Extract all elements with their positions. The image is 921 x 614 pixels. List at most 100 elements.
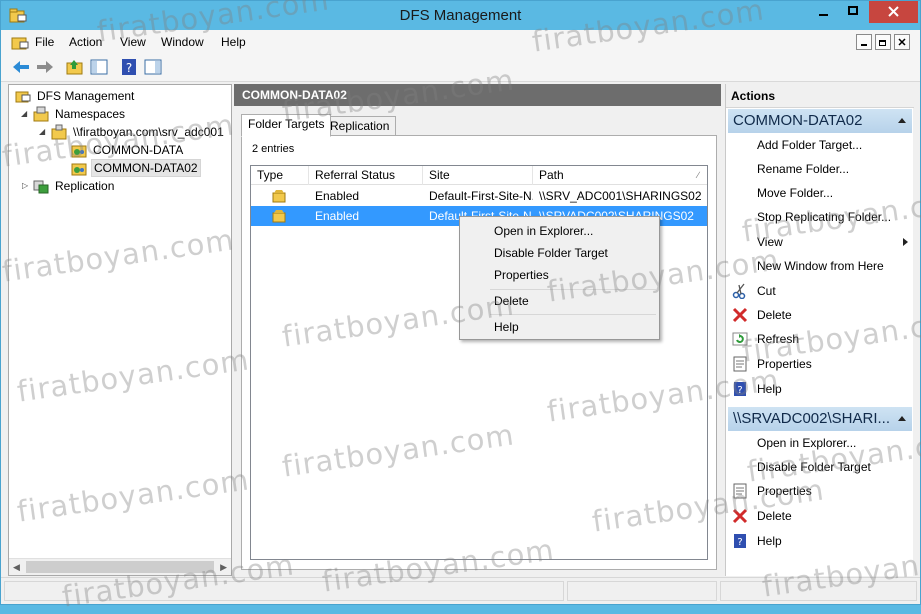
- cell-referral-status: Enabled: [315, 189, 360, 203]
- action-target-properties[interactable]: Properties: [726, 479, 914, 503]
- expand-icon[interactable]: ▷: [22, 182, 30, 190]
- column-header-site[interactable]: Site: [423, 166, 533, 185]
- maximize-icon: [848, 6, 858, 15]
- close-button[interactable]: [869, 1, 918, 23]
- section-title: COMMON-DATA02: [733, 112, 863, 129]
- minimize-icon: [861, 44, 867, 46]
- collapse-caret-icon: [898, 118, 906, 123]
- ctx-properties[interactable]: Properties: [462, 264, 657, 286]
- action-label: View: [757, 235, 783, 249]
- column-header-type[interactable]: Type: [251, 166, 309, 185]
- context-menu: Open in Explorer... Disable Folder Targe…: [459, 216, 660, 340]
- action-rename-folder[interactable]: Rename Folder...: [726, 157, 914, 181]
- scroll-left-icon[interactable]: ◀: [13, 562, 20, 573]
- action-label: New Window from Here: [757, 259, 884, 273]
- replication-icon: [33, 180, 49, 194]
- svg-text:?: ?: [737, 537, 742, 548]
- actions-title: Actions: [726, 84, 914, 108]
- entries-count: 2 entries: [252, 143, 295, 155]
- collapse-icon[interactable]: ◢: [21, 110, 29, 118]
- help-icon[interactable]: ?: [119, 57, 139, 77]
- collapse-caret-icon: [898, 416, 906, 421]
- status-segment: [4, 581, 564, 601]
- up-folder-icon[interactable]: [65, 57, 85, 77]
- cell-site: Default-First-Site-N...: [429, 189, 533, 203]
- title-bar[interactable]: DFS Management: [1, 1, 920, 30]
- action-label: Help: [757, 534, 782, 548]
- action-open-in-explorer[interactable]: Open in Explorer...: [726, 431, 914, 455]
- mmc-menu-icon[interactable]: [11, 34, 29, 50]
- scrollbar-thumb[interactable]: [26, 561, 214, 573]
- action-label: Refresh: [757, 332, 800, 346]
- action-add-folder-target[interactable]: Add Folder Target...: [726, 133, 914, 157]
- back-arrow-icon[interactable]: [11, 57, 31, 77]
- mdi-close-button[interactable]: [894, 34, 910, 50]
- action-label: Open in Explorer...: [757, 436, 857, 450]
- collapse-icon[interactable]: ◢: [39, 128, 47, 136]
- action-label: Move Folder...: [757, 186, 834, 200]
- scissors-icon: [732, 283, 746, 299]
- action-refresh[interactable]: Refresh: [726, 327, 914, 351]
- ctx-open-in-explorer[interactable]: Open in Explorer...: [462, 220, 657, 242]
- restore-icon: [879, 40, 886, 46]
- actions-section-folder-target[interactable]: \\SRVADC002\SHARI...: [728, 407, 912, 431]
- action-new-window[interactable]: New Window from Here: [726, 254, 914, 278]
- action-properties[interactable]: Properties: [726, 352, 914, 376]
- menu-action[interactable]: Action: [69, 35, 102, 49]
- action-target-delete[interactable]: Delete: [726, 504, 914, 528]
- window-title: DFS Management: [399, 7, 522, 24]
- mdi-restore-button[interactable]: [875, 34, 891, 50]
- scroll-right-icon[interactable]: ▶: [220, 562, 227, 573]
- action-help[interactable]: ? Help: [726, 377, 914, 401]
- action-label: Add Folder Target...: [757, 138, 863, 152]
- properties-icon: [733, 483, 747, 499]
- column-header-referral-status[interactable]: Referral Status: [309, 166, 423, 185]
- tab-replication[interactable]: Replication: [323, 116, 397, 136]
- action-move-folder[interactable]: Move Folder...: [726, 181, 914, 205]
- minimize-button[interactable]: [809, 1, 838, 23]
- refresh-icon: [732, 332, 748, 346]
- status-segment: [567, 581, 717, 601]
- action-delete[interactable]: Delete: [726, 303, 914, 327]
- tree-label: COMMON-DATA02: [91, 159, 201, 177]
- menu-file[interactable]: File: [35, 35, 54, 49]
- menu-view[interactable]: View: [120, 35, 146, 49]
- menu-bar: File Action View Window Help: [1, 30, 920, 54]
- close-icon: [888, 6, 899, 17]
- column-label: Path: [539, 168, 564, 182]
- section-title: \\SRVADC002\SHARI...: [733, 410, 891, 427]
- menu-window[interactable]: Window: [161, 35, 204, 49]
- show-hide-action-pane-icon[interactable]: [143, 57, 163, 77]
- ctx-delete[interactable]: Delete: [462, 290, 657, 312]
- show-hide-tree-icon[interactable]: [89, 57, 109, 77]
- console-tree: DFS Management ◢ Namespaces ◢ \\firatboy…: [8, 84, 232, 576]
- tab-folder-targets[interactable]: Folder Targets: [241, 114, 332, 137]
- menu-separator: [490, 314, 656, 315]
- tree-label: COMMON-DATA: [93, 143, 184, 157]
- action-target-help[interactable]: ? Help: [726, 529, 914, 553]
- ctx-help[interactable]: Help: [462, 316, 657, 338]
- tree-horizontal-scrollbar[interactable]: ◀ ▶: [9, 558, 231, 575]
- actions-section-common-data02[interactable]: COMMON-DATA02: [728, 109, 912, 133]
- table-row[interactable]: Enabled Default-First-Site-N... \\SRV_AD…: [251, 186, 707, 206]
- action-cut[interactable]: Cut: [726, 279, 914, 303]
- dfs-folder-icon: [71, 145, 87, 158]
- maximize-button[interactable]: [839, 1, 868, 23]
- sort-ascending-icon: ∕: [697, 170, 699, 180]
- action-stop-replicating[interactable]: Stop Replicating Folder...: [726, 205, 914, 229]
- action-disable-folder-target[interactable]: Disable Folder Target: [726, 455, 914, 479]
- folder-target-icon: [272, 190, 286, 203]
- delete-x-icon: [732, 307, 748, 323]
- tree-label: DFS Management: [37, 89, 135, 103]
- close-icon: [898, 38, 906, 46]
- properties-icon: [733, 356, 747, 372]
- dfs-management-window: DFS Management File Action View Window H…: [0, 0, 921, 605]
- forward-arrow-icon[interactable]: [35, 57, 55, 77]
- action-label: Help: [757, 382, 782, 396]
- cell-referral-status: Enabled: [315, 209, 360, 223]
- action-view[interactable]: View: [726, 230, 914, 254]
- ctx-disable-folder-target[interactable]: Disable Folder Target: [462, 242, 657, 264]
- menu-help[interactable]: Help: [221, 35, 246, 49]
- column-header-path[interactable]: Path ∕: [533, 166, 707, 185]
- mdi-minimize-button[interactable]: [856, 34, 872, 50]
